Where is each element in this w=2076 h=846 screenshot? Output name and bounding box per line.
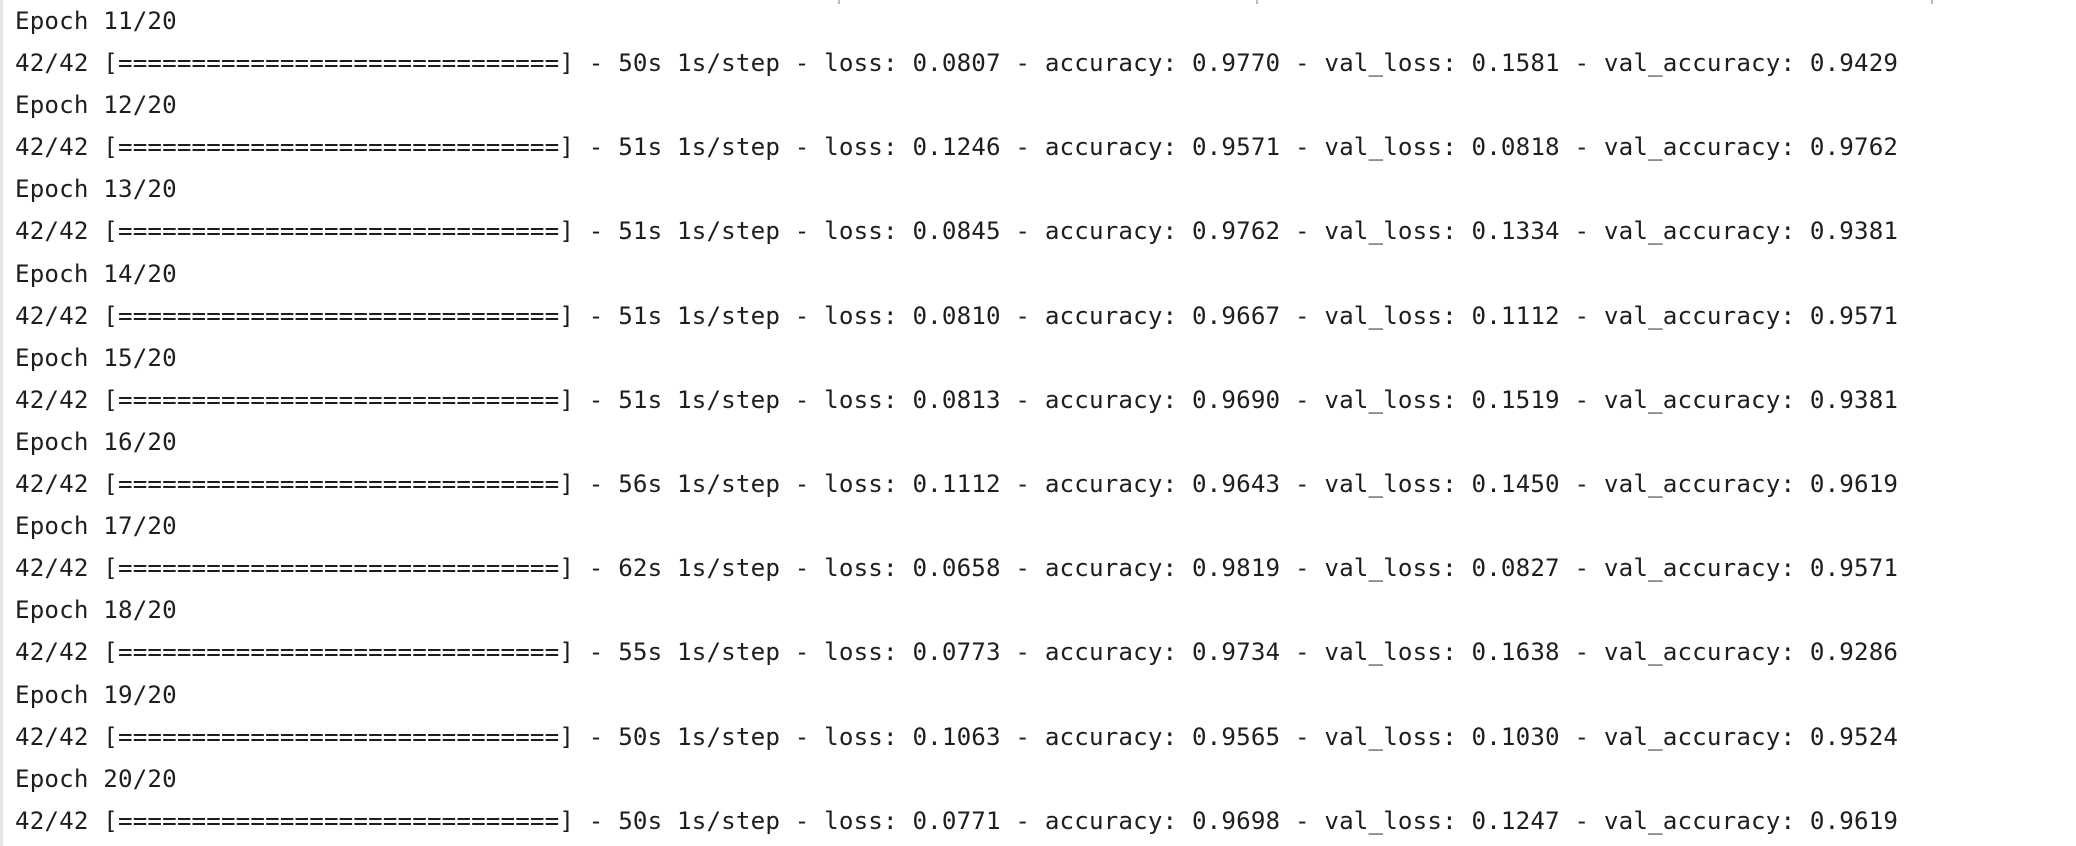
epoch-header: Epoch 12/20: [15, 91, 177, 120]
epoch-header: Epoch 20/20: [15, 764, 177, 793]
epoch-metrics: 42/42 [==============================] -…: [15, 806, 1899, 835]
epoch-metrics: 42/42 [==============================] -…: [15, 217, 1899, 246]
epoch-header: Epoch 17/20: [15, 512, 177, 541]
epoch-header: Epoch 19/20: [15, 680, 177, 709]
training-log-output[interactable]: Epoch 11/20 42/42 [=====================…: [0, 0, 2076, 846]
epoch-metrics: 42/42 [==============================] -…: [15, 722, 1899, 751]
epoch-header: Epoch 13/20: [15, 175, 177, 204]
epoch-metrics: 42/42 [==============================] -…: [15, 301, 1899, 330]
log-lines: Epoch 11/20 42/42 [=====================…: [15, 0, 1898, 842]
epoch-metrics: 42/42 [==============================] -…: [15, 554, 1899, 583]
epoch-metrics: 42/42 [==============================] -…: [15, 638, 1899, 667]
clipped-glyph-artifact: [1931, 0, 1933, 4]
epoch-metrics: 42/42 [==============================] -…: [15, 470, 1899, 499]
epoch-metrics: 42/42 [==============================] -…: [15, 49, 1899, 78]
epoch-header: Epoch 11/20: [15, 7, 177, 35]
epoch-metrics: 42/42 [==============================] -…: [15, 385, 1899, 414]
epoch-metrics: 42/42 [==============================] -…: [15, 133, 1899, 162]
epoch-header: Epoch 15/20: [15, 343, 177, 372]
epoch-header: Epoch 18/20: [15, 596, 177, 625]
epoch-header: Epoch 16/20: [15, 427, 177, 456]
epoch-header: Epoch 14/20: [15, 259, 177, 288]
